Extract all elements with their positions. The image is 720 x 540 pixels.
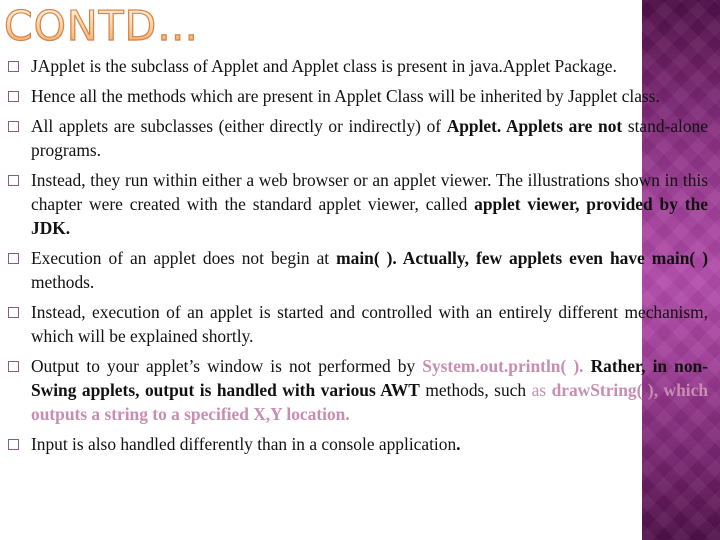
bullet-text: JApplet is the subclass of Applet and Ap… bbox=[31, 56, 617, 76]
bullet-item: Input is also handled differently than i… bbox=[8, 432, 708, 456]
bullet-list: JApplet is the subclass of Applet and Ap… bbox=[8, 54, 708, 462]
bullet-text-highlight: System.out.println( ). bbox=[422, 356, 584, 376]
square-bullet-icon bbox=[8, 361, 19, 372]
bullet-item: Hence all the methods which are present … bbox=[8, 84, 708, 108]
bullet-text: Execution of an applet does not begin at bbox=[31, 248, 337, 268]
bullet-text: methods. bbox=[31, 272, 95, 292]
bullet-text-highlight: as bbox=[531, 380, 547, 400]
bullet-text: Instead, execution of an applet is start… bbox=[31, 302, 708, 346]
square-bullet-icon bbox=[8, 307, 19, 318]
bullet-item: All applets are subclasses (either direc… bbox=[8, 114, 708, 162]
bullet-text: All applets are subclasses (either direc… bbox=[31, 116, 447, 136]
square-bullet-icon bbox=[8, 121, 19, 132]
bullet-text-bold: main( ). Actually, few applets even have… bbox=[336, 248, 708, 268]
square-bullet-icon bbox=[8, 253, 19, 264]
bullet-text: Output to your applet’s window is not pe… bbox=[31, 356, 423, 376]
square-bullet-icon bbox=[8, 61, 19, 72]
bullet-item: Execution of an applet does not begin at… bbox=[8, 246, 708, 294]
bullet-item: JApplet is the subclass of Applet and Ap… bbox=[8, 54, 708, 78]
bullet-text-bold: . bbox=[456, 434, 461, 454]
bullet-text-bold: Applet. Applets are not bbox=[446, 116, 623, 136]
slide-title: CONTD… bbox=[3, 2, 200, 50]
square-bullet-icon bbox=[8, 91, 19, 102]
bullet-text: Hence all the methods which are present … bbox=[31, 86, 660, 106]
square-bullet-icon bbox=[8, 175, 19, 186]
bullet-item: Instead, they run within either a web br… bbox=[8, 168, 708, 240]
bullet-text: Input is also handled differently than i… bbox=[31, 434, 457, 454]
square-bullet-icon bbox=[8, 439, 19, 450]
bullet-item: Output to your applet’s window is not pe… bbox=[8, 354, 708, 426]
bullet-item: Instead, execution of an applet is start… bbox=[8, 300, 708, 348]
bullet-text: methods, such bbox=[419, 380, 532, 400]
